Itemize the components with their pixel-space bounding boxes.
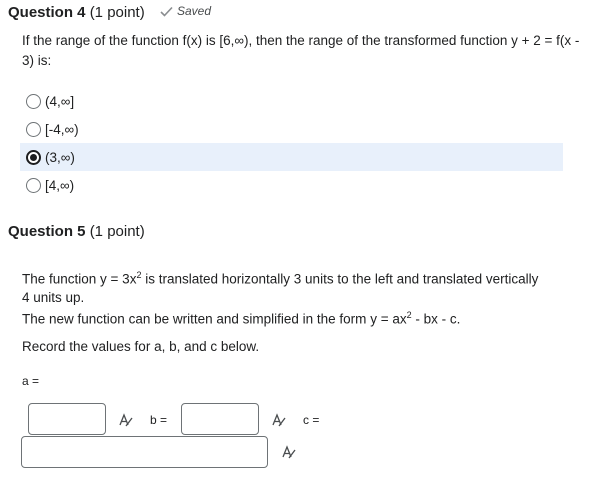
question-5-line1: The function y = 3x2 is translated horiz… [22,266,542,307]
input-c[interactable] [21,436,268,468]
question-5-points: (1 point) [89,223,145,240]
radio-button[interactable] [26,121,41,137]
option-1[interactable]: (4,∞] [20,87,563,115]
equation: y = ax [370,311,407,327]
radio-button[interactable] [26,93,41,109]
text-segment: The new function can be written and simp… [22,311,371,327]
label-c: c = [303,413,320,427]
radio-button[interactable] [26,177,41,193]
question-4-text: If the range of the function f(x) is [6,… [22,33,580,68]
check-icon [160,6,173,17]
option-label: [-4,∞) [45,121,79,137]
equation: y = 3x [100,271,137,287]
input-a[interactable] [28,403,106,435]
question-4-header: Question 4 (1 point) [8,4,145,21]
label-b: b = [150,413,168,427]
option-label: [4,∞) [45,177,75,193]
question-5-line3: Record the values for a, b, and c below. [22,339,260,354]
option-label: (4,∞] [45,93,75,109]
option-4[interactable]: [4,∞) [20,171,563,199]
question-4-points: (1 point) [89,4,145,21]
text-segment: The function [22,271,101,287]
question-5-line2: The new function can be written and simp… [22,305,582,330]
saved-status: Saved [160,4,211,18]
text-segment: - bx - c. [411,311,461,327]
equation-editor-icon[interactable] [271,412,287,428]
question-5-title: Question 5 [8,223,86,240]
radio-button-selected[interactable] [26,149,41,165]
question-4-title: Question 4 [8,4,86,21]
option-2[interactable]: [-4,∞) [20,115,563,143]
equation-editor-icon[interactable] [281,444,297,460]
label-a: a = [22,374,40,388]
option-label: (3,∞) [45,149,75,165]
option-3-selected[interactable]: (3,∞) [20,143,563,171]
equation-editor-icon[interactable] [118,412,134,428]
question-5-header: Question 5 (1 point) [8,223,145,240]
saved-label: Saved [177,4,212,18]
input-b[interactable] [181,403,259,435]
